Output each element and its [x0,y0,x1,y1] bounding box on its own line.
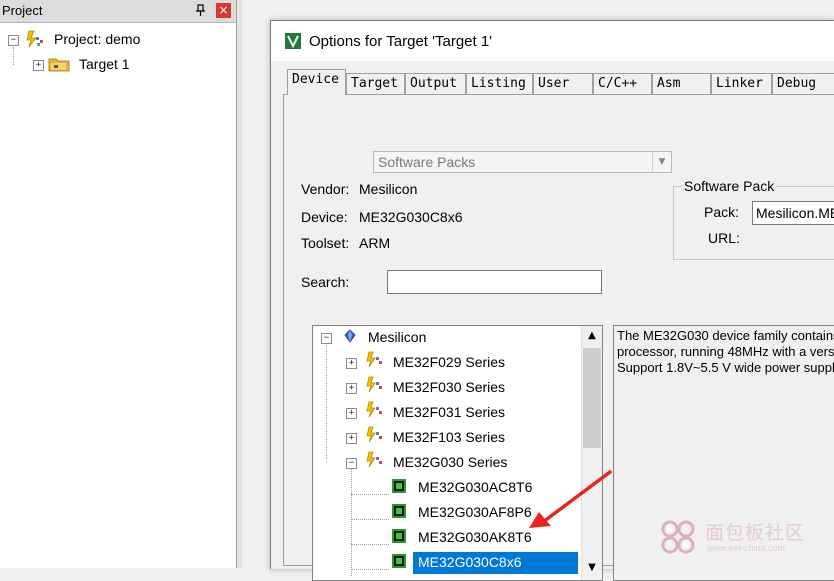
tree-line [351,519,389,520]
chip-icon [392,504,406,518]
expand-toggle-series[interactable]: + [346,383,357,394]
tab-asm[interactable]: Asm [652,73,711,94]
tree-line [13,47,14,65]
collapse-toggle-series[interactable]: − [346,458,357,469]
series-icon [366,426,382,443]
tab-device[interactable]: Device [287,69,346,95]
tree-line [351,544,389,545]
project-icon [26,30,43,48]
vendor-gem-icon [344,329,356,343]
scroll-up-icon[interactable]: ▲ [582,326,602,346]
series-node-label[interactable]: ME32F029 Series [393,354,505,370]
device-description: The ME32G030 device family contains proc… [617,328,834,376]
url-label: URL: [708,230,740,246]
tree-line [326,342,327,462]
watermark-text: 面包板社区 [705,522,806,544]
vendor-node-label[interactable]: Mesilicon [368,329,426,345]
tab-linker[interactable]: Linker [711,73,772,94]
pack-field[interactable]: Mesilicon.ME32 [752,201,834,225]
pack-label: Pack: [704,204,740,220]
tree-line [351,466,352,576]
tab-listing[interactable]: Listing [466,73,533,94]
watermark-logo [661,520,695,554]
close-icon[interactable]: × [216,3,231,18]
target-label[interactable]: Target 1 [79,56,130,72]
vendor-value: Mesilicon [359,181,418,197]
dialog-titlebar: Options for Target 'Target 1' [271,21,834,61]
folder-icon [48,58,70,72]
search-input[interactable] [387,270,602,294]
series-icon [366,351,382,368]
tab-debug[interactable]: Debug [772,73,834,94]
annotation-arrow [529,470,612,528]
project-pane-title: Project [2,3,43,18]
pane-splitter[interactable] [237,0,242,568]
series-node-label[interactable]: ME32F103 Series [393,429,505,445]
device-value: ME32G030C8x6 [359,209,463,225]
tab-user[interactable]: User [533,73,593,94]
series-node-label[interactable]: ME32F030 Series [393,379,505,395]
vendor-label: Vendor: [301,181,350,197]
expand-toggle-target[interactable]: + [33,60,44,71]
device-label: Device: [301,209,348,225]
tab-strip: Device Target Output Listing User C/C++ … [283,69,834,95]
collapse-toggle-vendor[interactable]: − [321,333,332,344]
dialog-title: Options for Target 'Target 1' [309,33,493,50]
software-packs-dropdown[interactable]: Software Packs ▼ [373,151,672,173]
series-node-label[interactable]: ME32F031 Series [393,404,505,420]
series-icon [366,401,382,418]
tab-output[interactable]: Output [405,73,466,94]
series-icon [366,451,382,468]
device-tree[interactable]: − Mesilicon + ME32F029 Series + ME32F030… [312,325,603,581]
device-node-label[interactable]: ME32G030AC8T6 [418,479,532,495]
expand-toggle-series[interactable]: + [346,408,357,419]
keil-app-icon [285,33,301,49]
tree-line [351,494,389,495]
project-pane: Project × − Project: demo + Target 1 [0,0,237,568]
toolset-value: ARM [359,235,391,251]
tree-line [351,569,389,570]
description-line: The ME32G030 device family contains [617,328,834,343]
chevron-down-icon[interactable]: ▼ [652,152,671,172]
device-node-label[interactable]: ME32G030AF8P6 [418,504,532,520]
toolset-label: Toolset: [301,235,350,251]
packs-dropdown-value: Software Packs [378,154,476,170]
tab-target[interactable]: Target [346,73,405,94]
tab-c-cpp[interactable]: C/C++ [593,73,652,94]
software-pack-legend: Software Pack [682,178,777,194]
device-node-label[interactable]: ME32G030AK8T6 [418,529,532,545]
description-line: processor, running 48MHz with a versa [617,344,834,359]
expand-toggle-series[interactable]: + [346,433,357,444]
search-label: Search: [301,274,350,290]
description-line: Support 1.8V~5.5 V wide power supply [617,360,834,375]
collapse-toggle-project[interactable]: − [8,35,19,46]
chip-icon [392,554,406,568]
project-titlebar: Project × [0,0,236,23]
watermark: 面包板社区 www.eet-china.com [655,514,825,560]
software-pack-group: Software Pack Pack: Mesilicon.ME32 URL: [673,178,834,260]
chip-icon [392,479,406,493]
chip-icon [392,529,406,543]
scroll-thumb[interactable] [583,348,601,448]
project-root-label[interactable]: Project: demo [54,31,140,47]
series-icon [366,376,382,393]
tree-scrollbar[interactable]: ▲ ▼ [581,326,602,580]
expand-toggle-series[interactable]: + [346,358,357,369]
pin-icon[interactable] [194,3,208,17]
watermark-subtext: www.eet-china.com [707,543,786,553]
scroll-down-icon[interactable]: ▼ [582,558,602,578]
series-node-label[interactable]: ME32G030 Series [393,454,507,470]
